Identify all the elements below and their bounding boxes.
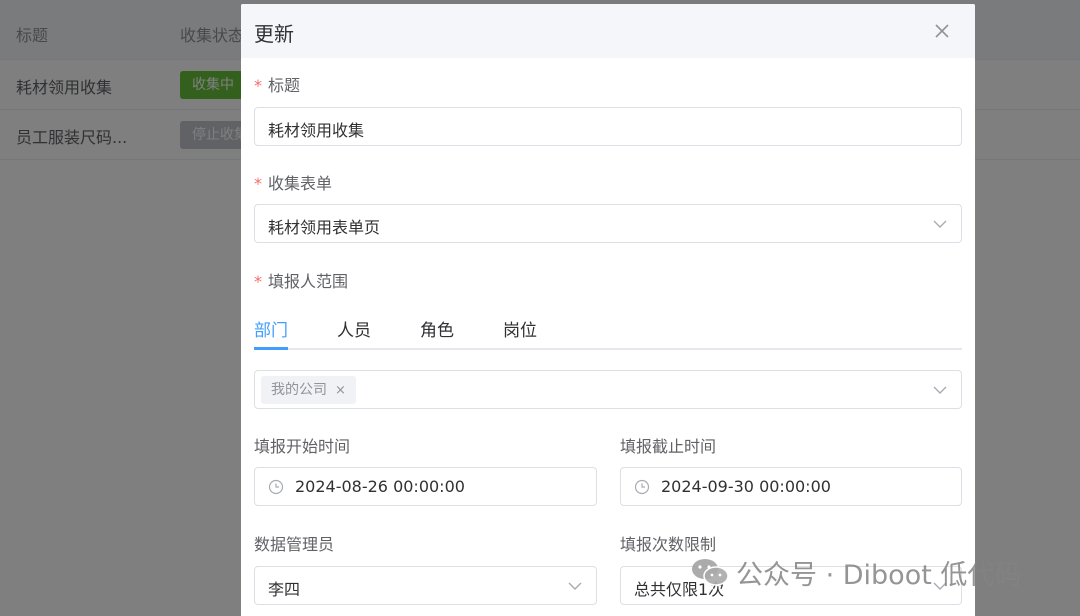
chevron-down-icon [568,582,582,590]
selected-tag-label: 我的公司 [271,382,327,398]
required-mark: * [254,174,262,193]
tab-position[interactable]: 岗位 [503,316,537,341]
limit-label: 填报次数限制 [620,535,717,554]
form-select[interactable]: 耗材领用表单页 [254,204,962,243]
dialog-title: 更新 [254,22,294,46]
update-dialog: 更新 * 标题 耗材领用收集 * 收集表单 耗材领用表单页 * 填报人范围 部门 人员… [241,4,975,616]
chevron-down-icon [933,220,947,228]
end-time-picker[interactable]: 2024-09-30 00:00:00 [620,467,962,506]
tab-role[interactable]: 角色 [420,316,454,341]
start-time-picker[interactable]: 2024-08-26 00:00:00 [254,467,597,506]
start-time-value: 2024-08-26 00:00:00 [295,477,465,496]
end-time-value: 2024-09-30 00:00:00 [661,477,831,496]
wechat-icon [692,559,729,586]
watermark-text: 公众号 · Diboot 低代码 [736,559,1022,591]
dialog-header: 更新 [241,4,975,58]
chevron-down-icon [933,386,947,394]
clock-icon [268,479,284,495]
required-mark: * [254,76,262,95]
start-time-label: 填报开始时间 [254,437,351,456]
scope-field-label: * 填报人范围 [254,272,349,291]
scope-tabs: 部门 人员 角色 岗位 [254,310,962,350]
form-field-label: * 收集表单 [254,174,333,193]
tag-close-icon[interactable]: × [335,377,346,405]
title-input-value: 耗材领用收集 [268,121,365,140]
admin-label: 数据管理员 [254,535,335,554]
admin-select[interactable]: 李四 [254,566,597,605]
title-input[interactable]: 耗材领用收集 [254,107,962,146]
clock-icon [634,479,650,495]
selected-tag: 我的公司 × [261,376,356,404]
scope-select[interactable]: 我的公司 × [254,370,962,409]
required-mark: * [254,272,262,291]
form-select-value: 耗材领用表单页 [268,218,381,237]
close-icon[interactable] [931,20,953,42]
title-field-label: * 标题 [254,76,301,95]
tab-department[interactable]: 部门 [254,316,288,341]
tab-personnel[interactable]: 人员 [337,316,371,341]
end-time-label: 填报截止时间 [620,437,717,456]
active-tab-indicator [254,347,288,350]
admin-select-value: 李四 [268,580,301,599]
watermark: 公众号 · Diboot 低代码 [690,554,1022,591]
